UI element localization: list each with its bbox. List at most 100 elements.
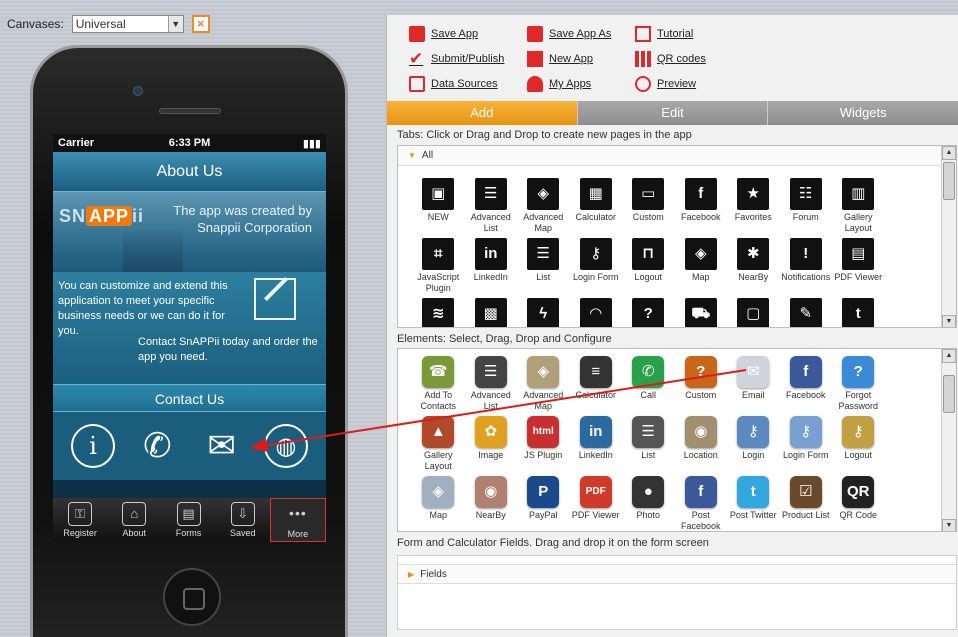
database-icon [409, 76, 425, 92]
element-product-list[interactable]: ☑ Product List [780, 473, 833, 531]
element-login[interactable]: ⚷ Login [727, 413, 780, 473]
tab-item-item-19[interactable]: ▩ [465, 295, 518, 327]
save-app-button[interactable]: Save App [409, 26, 478, 42]
scroll-up-icon[interactable]: ▲ [942, 146, 956, 160]
tab-item-login-form[interactable]: ⚷ Login Form [570, 235, 623, 295]
element-pdf-viewer[interactable]: PDF PDF Viewer [570, 473, 623, 531]
info-icon[interactable]: i [71, 424, 116, 468]
qr-codes-button[interactable]: QR codes [635, 51, 706, 67]
data-sources-button[interactable]: Data Sources [409, 76, 498, 92]
element-image[interactable]: ✿ Image [465, 413, 518, 473]
contact-header: Contact Us [53, 384, 326, 412]
element-nearby[interactable]: ◉ NearBy [465, 473, 518, 531]
tab-add[interactable]: Add [387, 101, 578, 125]
home-button[interactable] [163, 568, 221, 626]
elements-scrollbar[interactable]: ▲ ▼ [941, 349, 956, 531]
tab-item-item-21[interactable]: ◠ [570, 295, 623, 327]
close-icon[interactable]: × [191, 15, 210, 33]
tab-item-javascript-plugin[interactable]: ⌗ JavaScript Plugin [412, 235, 465, 295]
tab-item-gallery-layout[interactable]: ▥ Gallery Layout [832, 175, 885, 235]
element-calculator[interactable]: ≡ Calculator [570, 353, 623, 413]
element-label: Gallery Layout [423, 450, 453, 471]
tab-item-custom[interactable]: ▭ Custom [622, 175, 675, 235]
element-advanced-list[interactable]: ☰ Advanced List [465, 353, 518, 413]
element-login-form[interactable]: ⚷ Login Form [780, 413, 833, 473]
element-js-plugin[interactable]: html JS Plugin [517, 413, 570, 473]
tab-item-list[interactable]: ☰ List [517, 235, 570, 295]
email-icon[interactable]: ✉ [200, 424, 244, 468]
tab-item-advanced-map[interactable]: ◈ Advanced Map [517, 175, 570, 235]
tab-item-favorites[interactable]: ★ Favorites [727, 175, 780, 235]
tab-item-label: LinkedIn [473, 272, 508, 282]
tutorial-label: Tutorial [657, 28, 694, 40]
tab-item-item-23[interactable]: ⛟ [675, 295, 728, 327]
tab-item-linkedin[interactable]: in LinkedIn [465, 235, 518, 295]
scroll-thumb[interactable] [943, 162, 955, 200]
elements-section-title: Elements: Select, Drag, Drop and Configu… [397, 333, 612, 345]
element-linkedin[interactable]: in LinkedIn [570, 413, 623, 473]
element-add-to-contacts[interactable]: ☎ Add To Contacts [412, 353, 465, 413]
tab-item-item-22[interactable]: ? [622, 295, 675, 327]
element-gallery-layout[interactable]: ▲ Gallery Layout [412, 413, 465, 473]
accordion-all[interactable]: ▼ All [398, 146, 956, 166]
tab-item-new[interactable]: ▣ NEW [412, 175, 465, 235]
tab-item-advanced-list[interactable]: ☰ Advanced List [465, 175, 518, 235]
tab-item-item-18[interactable]: ≋ [412, 295, 465, 327]
element-facebook[interactable]: f Facebook [780, 353, 833, 413]
tab-more[interactable]: ••• More [269, 498, 326, 542]
scroll-thumb[interactable] [943, 375, 955, 413]
element-post-twitter[interactable]: t Post Twitter [727, 473, 780, 531]
tab-item-facebook[interactable]: f Facebook [675, 175, 728, 235]
photo-icon: ● [632, 476, 665, 508]
tab-item-item-20[interactable]: ϟ [517, 295, 570, 327]
phone-call-icon[interactable]: ✆ [135, 424, 179, 468]
tab-register[interactable]: ⚿ Register [53, 498, 107, 542]
element-qr-code[interactable]: QR QR Code [832, 473, 885, 531]
tabs-scrollbar[interactable]: ▲ ▼ [941, 146, 956, 327]
tab-saved[interactable]: ⇩ Saved [216, 498, 270, 542]
tab-item-label: Gallery Layout [843, 212, 873, 233]
tab-item-nearby[interactable]: ✱ NearBy [727, 235, 780, 295]
element-photo[interactable]: ● Photo [622, 473, 675, 531]
forms-icon: ▤ [176, 502, 201, 526]
tab-item-map[interactable]: ◈ Map [675, 235, 728, 295]
tab-item-logout[interactable]: ⊓ Logout [622, 235, 675, 295]
element-map[interactable]: ◈ Map [412, 473, 465, 531]
chevron-down-icon[interactable]: ▼ [167, 16, 183, 32]
my-apps-button[interactable]: My Apps [527, 76, 591, 92]
element-post-facebook[interactable]: f Post Facebook [675, 473, 728, 531]
tab-item-forum[interactable]: ☷ Forum [780, 175, 833, 235]
tab-item-pdf-viewer[interactable]: ▤ PDF Viewer [832, 235, 885, 295]
tab-item-notifications[interactable]: ! Notifications [780, 235, 833, 295]
tab-item-label: Advanced List [470, 212, 511, 233]
tab-item-item-26[interactable]: t [832, 295, 885, 327]
tab-item-item-25[interactable]: ✎ [780, 295, 833, 327]
tab-item-calculator[interactable]: ▦ Calculator [570, 175, 623, 235]
scroll-down-icon[interactable]: ▼ [942, 315, 956, 327]
element-advanced-map[interactable]: ◈ Advanced Map [517, 353, 570, 413]
tab-forms[interactable]: ▤ Forms [161, 498, 215, 542]
preview-button[interactable]: Preview [635, 76, 696, 92]
edit-icon[interactable] [254, 278, 296, 320]
element-list[interactable]: ☰ List [622, 413, 675, 473]
save-app-as-button[interactable]: Save App As [527, 26, 611, 42]
element-logout[interactable]: ⚷ Logout [832, 413, 885, 473]
element-call[interactable]: ✆ Call [622, 353, 675, 413]
tutorial-button[interactable]: Tutorial [635, 26, 693, 42]
globe-icon[interactable]: ◍ [263, 424, 308, 468]
element-location[interactable]: ◉ Location [675, 413, 728, 473]
canvas-select[interactable]: Universal ▼ [71, 15, 184, 33]
scroll-down-icon[interactable]: ▼ [942, 519, 956, 531]
scroll-up-icon[interactable]: ▲ [942, 349, 956, 363]
element-email[interactable]: ✉ Email [727, 353, 780, 413]
new-app-button[interactable]: New App [527, 51, 593, 67]
element-paypal[interactable]: P PayPal [517, 473, 570, 531]
element-forgot-password[interactable]: ? Forgot Password [832, 353, 885, 413]
submit-publish-button[interactable]: ✔ Submit/Publish [409, 50, 504, 67]
tab-item-item-24[interactable]: ▢ [727, 295, 780, 327]
element-custom[interactable]: ? Custom [675, 353, 728, 413]
tab-edit[interactable]: Edit [577, 101, 769, 125]
tab-about[interactable]: ⌂ About [107, 498, 161, 542]
accordion-fields[interactable]: ▶ Fields [398, 564, 956, 584]
tab-widgets[interactable]: Widgets [768, 101, 958, 125]
